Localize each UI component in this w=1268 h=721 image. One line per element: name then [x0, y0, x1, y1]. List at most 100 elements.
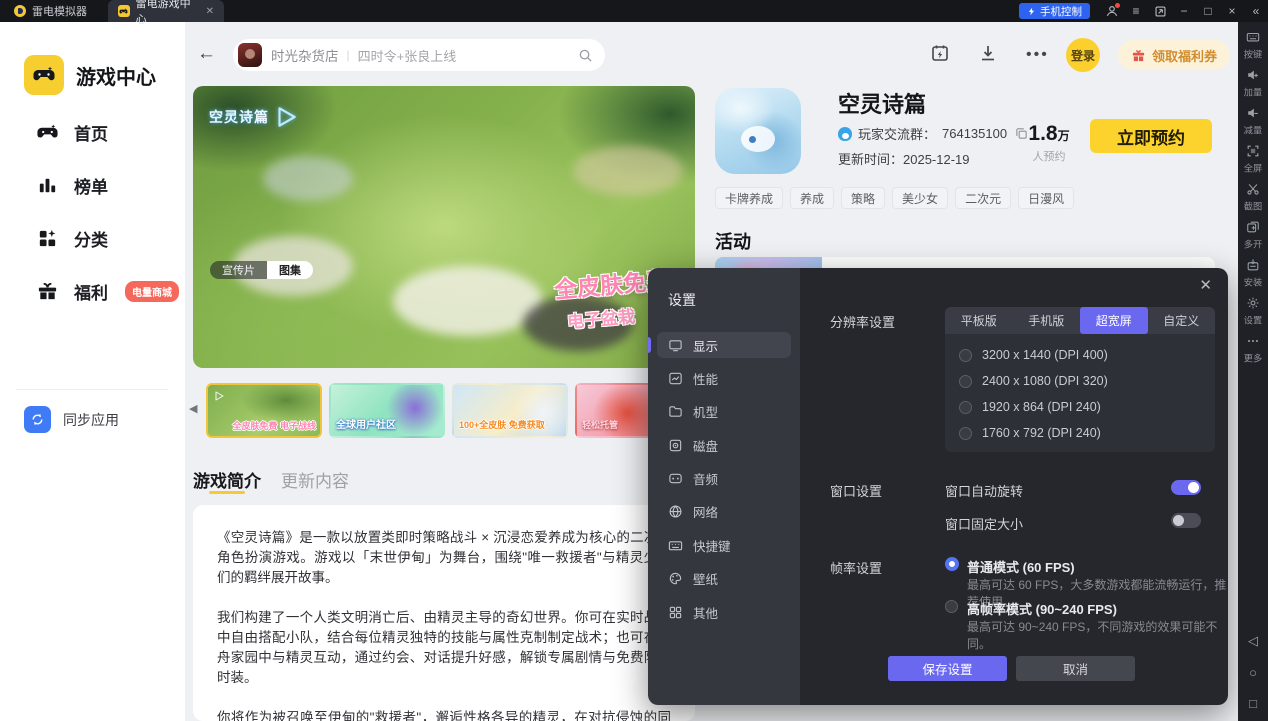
toolbar-screenshot[interactable]: 截图 — [1243, 182, 1263, 213]
tag[interactable]: 养成 — [790, 187, 835, 209]
tag[interactable]: 二次元 — [955, 187, 1012, 209]
toolbar-keymapping[interactable]: 按键 — [1243, 30, 1263, 61]
toolbar-more[interactable]: 更多 — [1243, 334, 1263, 365]
resolution-section-label: 分辨率设置 — [830, 315, 896, 330]
radio-icon[interactable] — [959, 348, 972, 362]
update-date: 2025-12-19 — [903, 152, 970, 167]
settings-menu-display[interactable]: 显示 — [657, 332, 791, 358]
fps-normal-radio[interactable] — [945, 557, 959, 571]
settings-menu-other[interactable]: 其他 — [657, 599, 791, 625]
tab-emulator[interactable]: 雷电模拟器 — [4, 0, 97, 22]
claim-coupon-button[interactable]: 领取福利券 — [1118, 40, 1231, 70]
phone-control-button[interactable]: 手机控制 — [1019, 3, 1090, 19]
res-option-1920x864[interactable]: 1920 x 864 (DPI 240) — [959, 394, 1215, 420]
palette-icon — [668, 571, 683, 586]
res-tab-custom[interactable]: 自定义 — [1148, 307, 1216, 334]
fps-normal-label[interactable]: 普通模式 (60 FPS) — [967, 557, 1075, 576]
res-tab-ultrawide[interactable]: 超宽屏 — [1080, 307, 1148, 334]
sidebar-item-sync-apps[interactable]: 同步应用 — [24, 406, 119, 433]
tag[interactable]: 日漫风 — [1018, 187, 1075, 209]
settings-menu-device-model[interactable]: 机型 — [657, 399, 791, 425]
dialog-close-icon[interactable]: ✕ — [1199, 276, 1212, 294]
toolbar-install-apk[interactable]: 安装 — [1243, 258, 1263, 289]
user-avatar-icon[interactable] — [1100, 0, 1124, 22]
close-button[interactable]: × — [1220, 0, 1244, 22]
bar-chart-icon — [36, 174, 59, 197]
trailer-button[interactable]: 宣传片 — [210, 261, 267, 279]
toolbar-fullscreen[interactable]: 全屏 — [1243, 144, 1263, 175]
tab-close-icon[interactable]: ✕ — [206, 6, 214, 17]
cancel-button[interactable]: 取消 — [1016, 656, 1135, 681]
auto-rotate-toggle[interactable] — [1171, 480, 1201, 495]
restore-window-icon[interactable] — [1148, 0, 1172, 22]
sidebar-item-rankings[interactable]: 榜单 — [36, 173, 179, 198]
thumbnail-2[interactable]: 全球用户社区 — [329, 383, 445, 438]
collapse-toolbar-icon[interactable]: « — [1244, 0, 1268, 22]
search-game-name: 时光杂货店 — [271, 49, 339, 64]
toolbar-volume-down[interactable]: 减量 — [1243, 106, 1263, 137]
tab-update-notes[interactable]: 更新内容 — [281, 467, 349, 492]
sidebar: 游戏中心 首页 榜单 分类 福利 电量商城 同步应用 — [0, 22, 185, 721]
brand-title: 游戏中心 — [76, 66, 156, 89]
login-button[interactable]: 登录 — [1066, 38, 1100, 72]
update-time-row: 更新时间：2025-12-19 — [838, 152, 970, 167]
search-bar[interactable]: 时光杂货店 | 四时令+张良上线 — [233, 39, 605, 71]
settings-menu-network[interactable]: 网络 — [657, 499, 791, 525]
maximize-button[interactable]: □ — [1196, 0, 1220, 22]
thumbnail-1[interactable]: 全皮肤免费 电子战线 — [206, 383, 322, 438]
window-section-label: 窗口设置 — [830, 484, 883, 499]
nav-back-icon[interactable]: ◁ — [1248, 633, 1258, 649]
description-paragraph-1: 《空灵诗篇》是一款以放置类即时策略战斗 × 沉浸恋爱养成为核心的二次元角色扮演游… — [217, 530, 671, 585]
sidebar-nav: 首页 榜单 分类 福利 电量商城 — [36, 120, 179, 304]
radio-icon[interactable] — [959, 400, 972, 414]
tag[interactable]: 美少女 — [892, 187, 949, 209]
sidebar-item-welfare[interactable]: 福利 电量商城 — [36, 279, 179, 304]
res-tab-phone[interactable]: 手机版 — [1013, 307, 1081, 334]
radio-icon[interactable] — [959, 426, 972, 440]
game-app-icon — [715, 88, 801, 174]
thumbnail-3[interactable]: 100+全皮肤 免费获取 — [452, 383, 568, 438]
header-more-icon[interactable]: ••• — [1026, 46, 1049, 64]
res-option-2400x1080[interactable]: 2400 x 1080 (DPI 320) — [959, 368, 1215, 394]
tag[interactable]: 卡牌养成 — [715, 187, 784, 209]
save-settings-button[interactable]: 保存设置 — [888, 656, 1007, 681]
thumbs-prev-icon[interactable]: ◀ — [189, 402, 197, 415]
fps-high-radio[interactable] — [945, 600, 958, 613]
res-option-3200x1440[interactable]: 3200 x 1440 (DPI 400) — [959, 342, 1215, 368]
download-manager-icon[interactable] — [978, 43, 998, 63]
power-mall-badge: 电量商城 — [125, 281, 179, 302]
window-controls: 手机控制 ≡ − □ × « — [1019, 0, 1268, 22]
settings-menu-wallpaper[interactable]: 壁纸 — [657, 566, 791, 592]
tag[interactable]: 策略 — [841, 187, 886, 209]
fps-high-label[interactable]: 高帧率模式 (90~240 FPS) — [967, 599, 1117, 618]
nav-home-icon[interactable]: ○ — [1249, 665, 1257, 680]
radio-icon[interactable] — [959, 374, 972, 388]
toolbar-multi-instance[interactable]: 多开 — [1243, 220, 1263, 251]
settings-menu-performance[interactable]: 性能 — [657, 365, 791, 391]
fixed-size-toggle[interactable] — [1171, 513, 1201, 528]
back-button[interactable]: ← — [197, 43, 216, 65]
nav-recents-icon[interactable]: □ — [1249, 696, 1257, 711]
android-nav-buttons: ◁ ○ □ — [1248, 633, 1258, 711]
toolbar-volume-up[interactable]: 加量 — [1243, 68, 1263, 99]
tab-game-intro[interactable]: 游戏简介 — [193, 467, 261, 492]
scissors-icon — [1246, 182, 1260, 196]
game-hero-banner[interactable]: 空灵诗篇 全皮肤免费 电子盆栽 — [193, 86, 695, 368]
search-icon[interactable] — [578, 48, 593, 63]
sidebar-item-home[interactable]: 首页 — [36, 120, 179, 145]
res-option-1760x792[interactable]: 1760 x 792 (DPI 240) — [959, 420, 1215, 446]
sidebar-divider — [16, 389, 168, 390]
settings-menu-hotkeys[interactable]: 快捷键 — [657, 532, 791, 558]
gallery-button[interactable]: 图集 — [267, 261, 313, 279]
settings-menu-audio[interactable]: 音频 — [657, 466, 791, 492]
main-menu-icon[interactable]: ≡ — [1124, 0, 1148, 22]
sidebar-item-categories[interactable]: 分类 — [36, 226, 179, 251]
res-tab-tablet[interactable]: 平板版 — [945, 307, 1013, 334]
settings-menu-disk[interactable]: 磁盘 — [657, 432, 791, 458]
minimize-button[interactable]: − — [1172, 0, 1196, 22]
tab-gamecenter[interactable]: 雷电游戏中心 ✕ — [108, 0, 224, 26]
toolbar-settings[interactable]: 设置 — [1243, 296, 1263, 327]
calendar-icon[interactable] — [930, 43, 950, 63]
reserve-now-button[interactable]: 立即预约 — [1090, 119, 1212, 153]
fixed-size-label: 窗口固定大小 — [945, 517, 1024, 532]
